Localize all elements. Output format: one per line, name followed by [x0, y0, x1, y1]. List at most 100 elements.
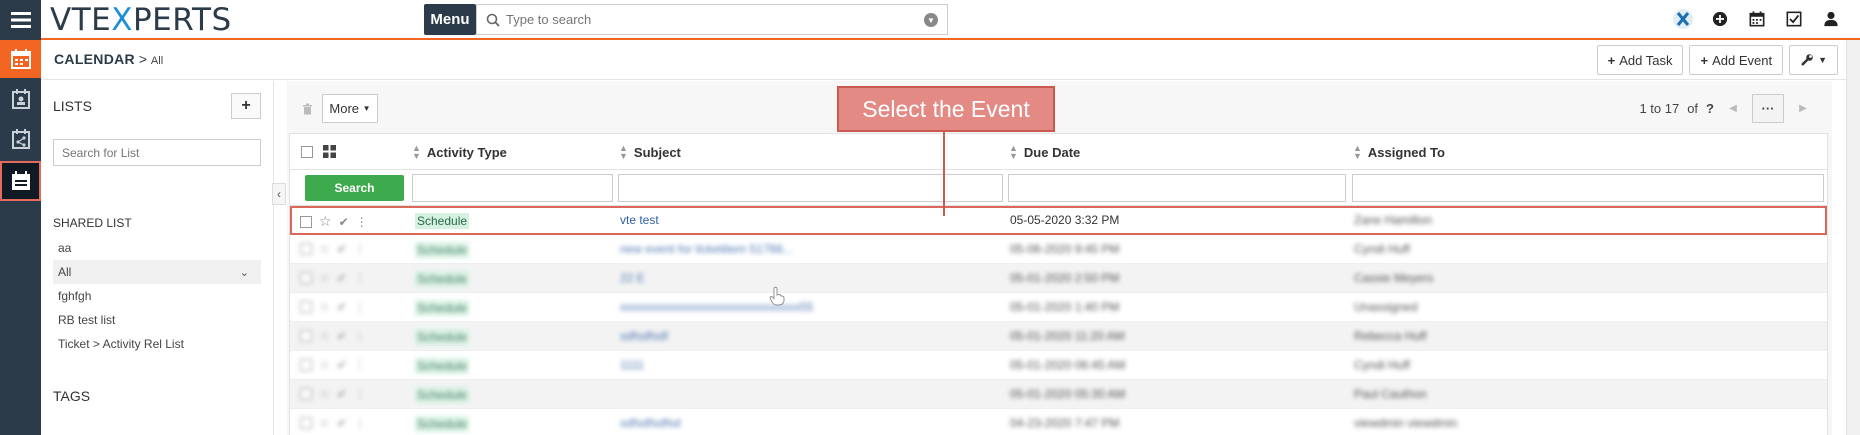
- trash-icon[interactable]: [295, 94, 320, 124]
- star-icon[interactable]: ☆: [319, 358, 330, 372]
- star-icon[interactable]: ☆: [319, 271, 330, 285]
- check-icon[interactable]: ✔: [337, 387, 347, 401]
- row-checkbox[interactable]: [300, 215, 312, 228]
- star-icon[interactable]: ☆: [319, 387, 330, 401]
- global-search-input[interactable]: [506, 12, 906, 27]
- more-vertical-icon[interactable]: ⋮: [354, 416, 366, 430]
- next-page-icon[interactable]: ▶: [1792, 94, 1814, 123]
- column-header-due-date[interactable]: ▲ ▼ Due Date: [1009, 144, 1080, 161]
- select-all-checkbox[interactable]: [301, 146, 313, 158]
- star-icon[interactable]: ☆: [319, 213, 332, 230]
- hamburger-menu-icon[interactable]: [0, 0, 41, 40]
- subject-link[interactable]: vte test: [620, 213, 659, 227]
- star-icon[interactable]: ☆: [319, 416, 330, 430]
- list-search-input[interactable]: [53, 139, 261, 166]
- check-icon[interactable]: ✔: [339, 215, 349, 229]
- activity-type-cell: Schedule: [415, 416, 470, 432]
- due-date-cell: 05-01-2020 06:45 AM: [1010, 358, 1126, 372]
- add-task-button[interactable]: + Add Task: [1596, 45, 1684, 75]
- row-checkbox[interactable]: [300, 243, 312, 255]
- pager-total[interactable]: ?: [1706, 101, 1714, 116]
- breadcrumb-module[interactable]: Calendar: [54, 51, 135, 67]
- add-plus-circle-icon[interactable]: [1709, 8, 1731, 30]
- user-profile-icon[interactable]: [1820, 8, 1842, 30]
- check-icon[interactable]: ✔: [337, 242, 347, 256]
- more-vertical-icon[interactable]: ⋮: [354, 271, 366, 285]
- table-row[interactable]: ☆ ✔ ⋮ Schedule 1111 05-01-2020 06:45 AM Cy…: [290, 351, 1827, 380]
- table-row[interactable]: ☆ ✔ ⋮ Schedule 22 E 05-01-2020 2:50 PM Cas…: [290, 264, 1827, 293]
- row-checkbox[interactable]: [300, 272, 312, 284]
- activity-type-filter-input[interactable]: [412, 174, 613, 202]
- previous-page-icon[interactable]: ◀: [1722, 94, 1744, 123]
- table-row[interactable]: ☆ ✔ ⋮ Schedule new event for ticketitem 51…: [290, 235, 1827, 264]
- lists-panel: LISTS + SHARED LIST aa All ⌄ fghfgh RB te…: [41, 81, 274, 435]
- list-item-active[interactable]: All ⌄: [53, 260, 261, 284]
- column-header-assigned-to[interactable]: ▲ ▼ Assigned To: [1353, 144, 1445, 161]
- table-row-selected[interactable]: ☆ ✔ ⋮ Schedule vte test 05-05-2020 3:32 PM…: [290, 206, 1827, 235]
- column-settings-grid-icon[interactable]: [323, 145, 336, 158]
- star-icon[interactable]: ☆: [319, 300, 330, 314]
- more-vertical-icon[interactable]: ⋮: [354, 300, 366, 314]
- contact-calendar-icon[interactable]: [0, 80, 41, 118]
- due-date-filter-input[interactable]: [1008, 174, 1346, 202]
- shared-calendar-icon[interactable]: [0, 120, 41, 158]
- more-vertical-icon[interactable]: ⋮: [354, 387, 366, 401]
- add-task-label: Add Task: [1619, 52, 1673, 68]
- more-vertical-icon[interactable]: ⋮: [354, 329, 366, 343]
- column-header-activity-type[interactable]: ▲ ▼ Activity Type: [412, 144, 507, 161]
- list-item[interactable]: aa: [53, 236, 261, 260]
- more-vertical-icon[interactable]: ⋮: [356, 215, 368, 229]
- due-date-cell: 05-01-2020 1:40 PM: [1010, 300, 1120, 314]
- vtexperts-x-icon[interactable]: [1672, 8, 1694, 30]
- row-checkbox[interactable]: [300, 330, 312, 342]
- subject-link[interactable]: 1111: [620, 358, 644, 372]
- assigned-to-cell: viewdmin viewdmin: [1354, 416, 1458, 430]
- subject-filter-input[interactable]: [618, 174, 1003, 202]
- task-checkbox-icon[interactable]: [1783, 8, 1805, 30]
- more-vertical-icon[interactable]: ⋮: [354, 358, 366, 372]
- check-icon[interactable]: ✔: [337, 416, 347, 430]
- list-item[interactable]: fghfgh: [53, 284, 261, 308]
- check-icon[interactable]: ✔: [337, 271, 347, 285]
- collapse-panel-chevron-icon[interactable]: ‹: [272, 183, 286, 205]
- page-scrollbar[interactable]: [1846, 40, 1860, 435]
- star-icon[interactable]: ☆: [319, 329, 330, 343]
- calendar-module-icon[interactable]: [0, 40, 41, 78]
- add-list-button[interactable]: +: [231, 93, 261, 119]
- list-item[interactable]: RB test list: [53, 308, 261, 332]
- row-checkbox[interactable]: [300, 417, 312, 429]
- column-header-subject[interactable]: ▲ ▼ Subject: [619, 144, 681, 161]
- due-date-cell: 05-01-2020 05:30 AM: [1010, 387, 1126, 401]
- calendar-list-icon[interactable]: [0, 161, 41, 201]
- assigned-to-filter-input[interactable]: [1352, 174, 1824, 202]
- page-jump-button[interactable]: ···: [1752, 94, 1784, 123]
- list-item[interactable]: Ticket > Activity Rel List: [53, 332, 261, 356]
- more-vertical-icon[interactable]: ⋮: [354, 242, 366, 256]
- calendar-icon[interactable]: [1746, 8, 1768, 30]
- row-checkbox[interactable]: [300, 388, 312, 400]
- check-icon[interactable]: ✔: [337, 358, 347, 372]
- breadcrumb: Calendar > All: [54, 51, 163, 67]
- subject-link[interactable]: sdfsdfsdf: [620, 329, 668, 343]
- check-icon[interactable]: ✔: [337, 300, 347, 314]
- star-icon[interactable]: ☆: [319, 242, 330, 256]
- global-search[interactable]: ▼: [476, 4, 948, 35]
- add-event-button[interactable]: + Add Event: [1689, 45, 1784, 75]
- row-checkbox[interactable]: [300, 359, 312, 371]
- vtexperts-logo[interactable]: VTE X PERTS: [50, 2, 232, 38]
- check-icon[interactable]: ✔: [337, 329, 347, 343]
- subject-link[interactable]: 22 E: [620, 271, 645, 285]
- search-button[interactable]: Search: [305, 175, 404, 201]
- table-row[interactable]: ☆ ✔ ⋮ Schedule xxxxxxxxxxxxxxxxxxxxxxxxxxx…: [290, 293, 1827, 322]
- settings-dropdown-button[interactable]: ▼: [1789, 45, 1838, 75]
- search-options-chevron-icon[interactable]: ▼: [924, 13, 938, 27]
- table-row[interactable]: ☆ ✔ ⋮ Schedule sdfsdfsdfsd 04-23-2020 7:47…: [290, 409, 1827, 435]
- table-row[interactable]: ☆ ✔ ⋮ Schedule sdfsdfsdf 05-01-2020 11:20 …: [290, 322, 1827, 351]
- more-actions-button[interactable]: More ▼: [322, 94, 378, 123]
- subject-link[interactable]: sdfsdfsdfsd: [620, 416, 681, 430]
- row-checkbox[interactable]: [300, 301, 312, 313]
- chevron-down-icon[interactable]: ⌄: [240, 266, 249, 279]
- table-row[interactable]: ☆ ✔ ⋮ Schedule 05-01-2020 05:30 AM Paul Ca…: [290, 380, 1827, 409]
- subject-link[interactable]: new event for ticketitem 51766...: [620, 242, 793, 256]
- menu-button[interactable]: Menu: [424, 4, 476, 35]
